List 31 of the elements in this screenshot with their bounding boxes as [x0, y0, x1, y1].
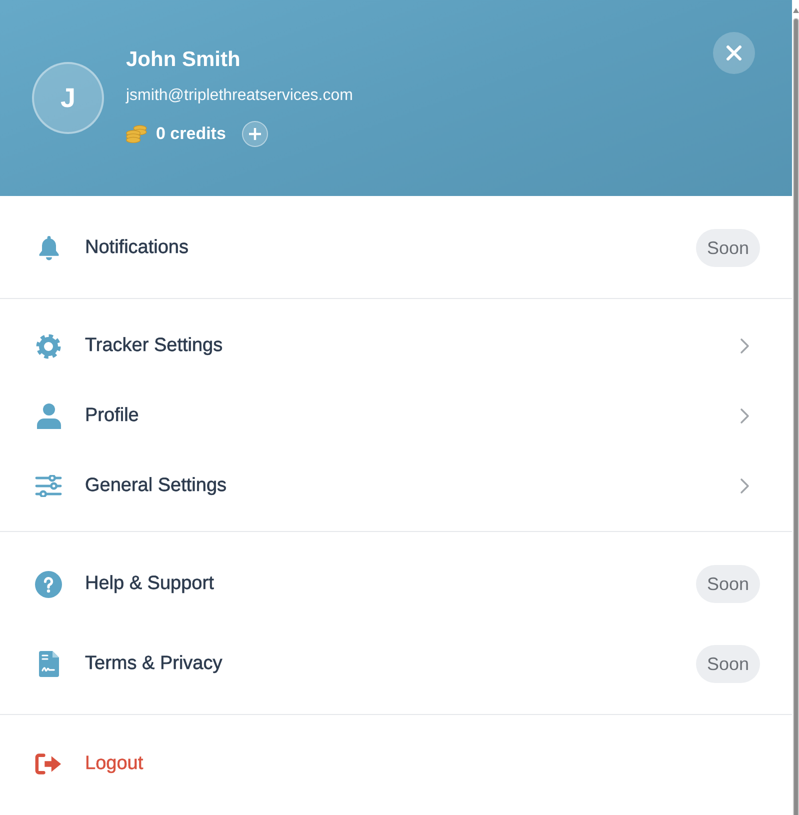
person-icon	[36, 403, 60, 429]
scroll-up-icon[interactable]	[792, 8, 798, 13]
menu-item[interactable]: Terms & Privacy	[85, 652, 222, 676]
close-button[interactable]	[713, 32, 755, 74]
avatar: J	[32, 62, 104, 134]
chevron-right-icon	[740, 478, 750, 494]
menu-item[interactable]: Tracker Settings	[85, 334, 223, 358]
menu-item[interactable]: Logout	[85, 752, 144, 776]
user-email: jsmith@triplethreatservices.com	[126, 86, 353, 106]
credits-count: 0 credits	[156, 123, 226, 145]
soon-badge: Soon	[696, 565, 760, 603]
gear-icon	[36, 334, 61, 358]
coins-icon	[126, 125, 147, 143]
menu-item[interactable]: Notifications	[85, 236, 188, 260]
soon-badge: Soon	[696, 645, 760, 683]
chevron-right-icon	[740, 338, 750, 354]
menu-item[interactable]: General Settings	[85, 474, 227, 498]
scrollbar-thumb[interactable]	[794, 19, 798, 815]
plus-icon	[248, 128, 261, 140]
close-icon	[726, 45, 742, 61]
logout-icon	[35, 753, 62, 775]
menu-item[interactable]: Profile	[85, 404, 139, 428]
menu-item[interactable]: Help & Support	[85, 572, 214, 596]
chevron-right-icon	[740, 408, 750, 424]
document-icon	[38, 651, 58, 677]
soon-badge: Soon	[696, 229, 760, 267]
add-credits-button[interactable]	[242, 121, 268, 147]
bell-icon	[36, 235, 60, 261]
user-name: John Smith	[126, 47, 242, 73]
help-icon	[35, 570, 62, 598]
sliders-icon	[35, 475, 62, 497]
